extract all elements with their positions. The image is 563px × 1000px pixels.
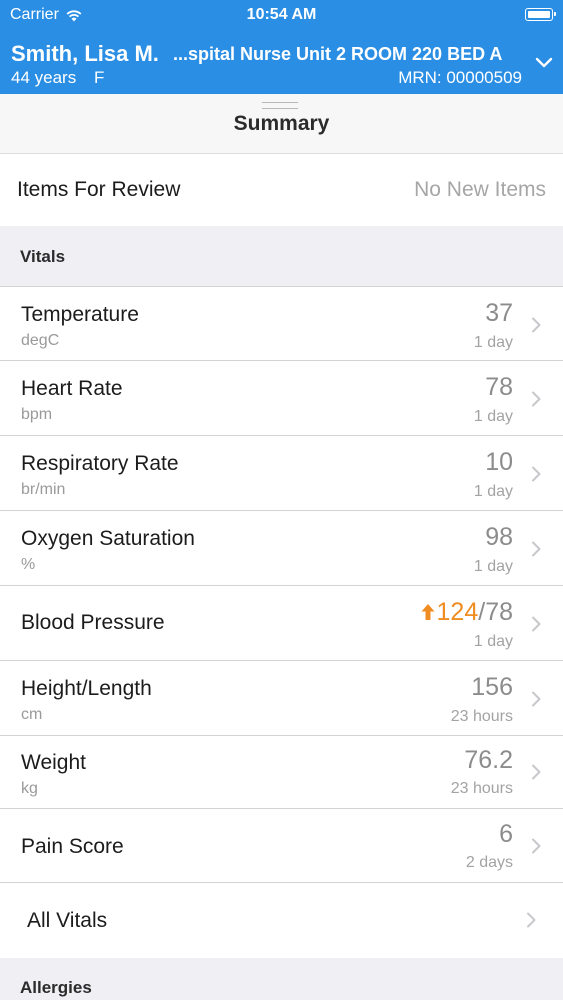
vital-name: Respiratory Rate: [21, 452, 179, 475]
battery-icon: [525, 8, 556, 21]
vital-unit: %: [21, 556, 36, 573]
vital-name: Blood Pressure: [21, 611, 165, 634]
vital-value: 76.2: [464, 746, 513, 774]
chevron-right-icon: [532, 616, 541, 632]
chevron-right-icon: [532, 466, 541, 482]
allergies-section-header: Allergies: [0, 958, 563, 1000]
vital-age: 1 day: [473, 408, 513, 425]
vital-name: Pain Score: [21, 835, 124, 858]
vital-age: 1 day: [473, 558, 513, 575]
vital-value: 124/78: [421, 598, 513, 627]
bp-diastolic: 78: [485, 598, 513, 626]
vital-unit: degC: [21, 332, 60, 349]
vital-row-respiratory-rate[interactable]: Respiratory Rate br/min 10 1 day: [0, 436, 563, 511]
vital-value: 156: [471, 673, 513, 701]
vital-age: 1 day: [473, 483, 513, 500]
vital-value: 98: [485, 523, 513, 551]
vital-unit: bpm: [21, 406, 53, 423]
vital-value: 37: [485, 299, 513, 327]
items-for-review-label: Items For Review: [17, 178, 181, 201]
patient-name[interactable]: Smith, Lisa M.: [11, 41, 159, 67]
vital-row-weight[interactable]: Weight kg 76.2 23 hours: [0, 736, 563, 809]
vital-value: 10: [485, 448, 513, 476]
patient-location: ...spital Nurse Unit 2 ROOM 220 BED A: [173, 44, 503, 64]
items-for-review-row[interactable]: Items For Review No New Items: [0, 154, 563, 226]
vital-age: 2 days: [465, 854, 513, 871]
chevron-right-icon: [532, 317, 541, 333]
clock: 10:54 AM: [246, 6, 317, 23]
summary-header[interactable]: Summary: [0, 94, 563, 154]
chevron-right-icon: [532, 764, 541, 780]
allergies-section-title: Allergies: [20, 978, 92, 997]
vital-age: 23 hours: [450, 708, 513, 725]
patient-header: Carrier 10:54 AM Smith, Lisa M. ...spita…: [0, 0, 563, 94]
vital-unit: cm: [21, 706, 43, 723]
vital-value: 6: [499, 820, 513, 848]
items-for-review-status: No New Items: [414, 178, 546, 201]
vital-unit: br/min: [21, 481, 66, 498]
vital-name: Height/Length: [21, 677, 152, 700]
chevron-right-icon: [532, 691, 541, 707]
vital-age: 1 day: [473, 334, 513, 351]
chevron-down-icon[interactable]: [535, 57, 553, 69]
drag-handle[interactable]: [262, 102, 298, 109]
vital-row-heart-rate[interactable]: Heart Rate bpm 78 1 day: [0, 361, 563, 436]
chevron-right-icon: [532, 541, 541, 557]
vital-row-temperature[interactable]: Temperature degC 37 1 day: [0, 286, 563, 361]
vital-name: Temperature: [21, 303, 139, 326]
vital-row-height-length[interactable]: Height/Length cm 156 23 hours: [0, 661, 563, 736]
all-vitals-row[interactable]: All Vitals: [0, 883, 563, 958]
vital-name: Heart Rate: [21, 377, 123, 400]
chevron-right-icon: [532, 838, 541, 854]
vital-age: 23 hours: [450, 780, 513, 797]
vitals-section-title: Vitals: [20, 247, 66, 266]
vitals-section-header: Vitals: [0, 226, 563, 286]
patient-mrn: MRN: 00000509: [398, 68, 522, 87]
vital-unit: kg: [21, 780, 38, 797]
chevron-right-icon: [527, 912, 536, 928]
vital-row-oxygen-saturation[interactable]: Oxygen Saturation % 98 1 day: [0, 511, 563, 586]
vital-value: 78: [485, 373, 513, 401]
vital-name: Weight: [21, 751, 86, 774]
all-vitals-label: All Vitals: [27, 909, 108, 932]
status-bar: Carrier 10:54 AM: [0, 0, 563, 30]
vital-name: Oxygen Saturation: [21, 527, 195, 550]
summary-title: Summary: [233, 112, 330, 135]
chevron-right-icon: [532, 391, 541, 407]
arrow-up-icon: [421, 604, 435, 620]
patient-sex: F: [94, 68, 105, 87]
vital-age: 1 day: [473, 633, 513, 650]
vital-row-pain-score[interactable]: Pain Score 6 2 days: [0, 809, 563, 883]
vital-row-blood-pressure[interactable]: Blood Pressure 124/78 1 day: [0, 586, 563, 661]
bp-systolic: 124: [436, 598, 479, 626]
patient-age: 44 years: [11, 68, 77, 87]
